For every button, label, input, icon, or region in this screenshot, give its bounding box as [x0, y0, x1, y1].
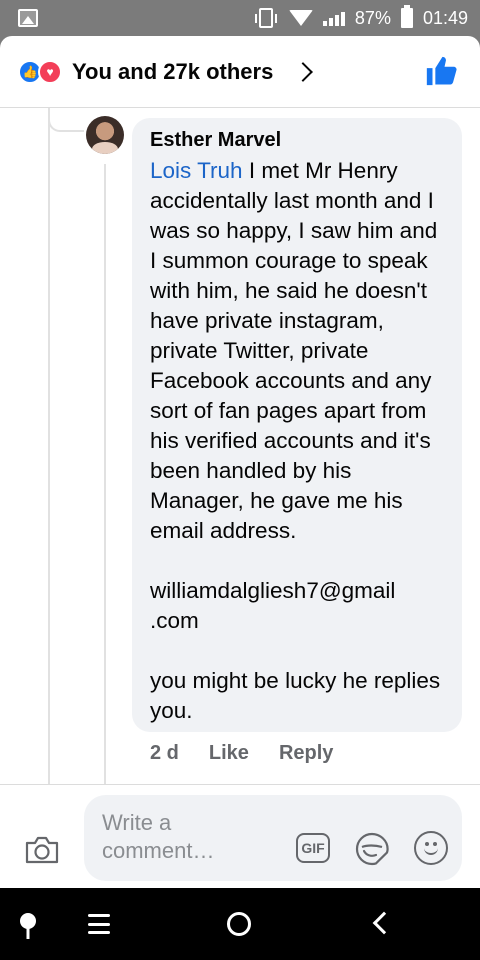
signal-icon — [322, 10, 345, 26]
status-bar: 87% 01:49 — [0, 0, 480, 36]
comment-composer: Write a comment… GIF — [0, 785, 480, 888]
comment-input-placeholder[interactable]: Write a comment… — [102, 809, 262, 865]
thumbs-up-icon[interactable] — [424, 54, 458, 88]
comment-author[interactable]: Esther Marvel — [150, 128, 444, 152]
sticker-icon[interactable] — [354, 831, 390, 867]
comment-time: 2 d — [150, 742, 179, 764]
battery-percent: 87% — [354, 7, 391, 28]
thread-line — [48, 108, 50, 784]
clock: 01:49 — [422, 7, 468, 28]
like-button[interactable]: Like — [209, 742, 249, 765]
home-icon[interactable] — [227, 912, 251, 936]
battery-icon — [400, 5, 413, 28]
pin-icon[interactable] — [18, 912, 38, 940]
chevron-right-icon[interactable] — [293, 62, 313, 82]
camera-icon[interactable] — [24, 835, 60, 865]
recent-apps-icon[interactable] — [88, 914, 110, 934]
reactions-header[interactable]: 👍 ♥ You and 27k others — [0, 36, 480, 108]
avatar[interactable] — [86, 116, 124, 154]
comment-actions: 2 d Like Reply — [150, 742, 333, 765]
vibrate-icon — [254, 8, 277, 28]
reply-thread-line — [104, 164, 106, 784]
gallery-icon — [18, 9, 38, 27]
reaction-icons: 👍 ♥ — [18, 60, 66, 84]
android-nav-bar — [0, 888, 480, 960]
heart-icon: ♥ — [38, 60, 62, 84]
comment-text: Lois Truh I met Mr Henry accidentally la… — [150, 156, 444, 726]
comment-input[interactable]: Write a comment… GIF — [84, 795, 462, 881]
emoji-icon[interactable] — [414, 831, 448, 865]
comments-sheet: 👍 ♥ You and 27k others Esther Marvel Loi… — [0, 36, 480, 888]
mention-link[interactable]: Lois Truh — [150, 158, 243, 183]
back-icon[interactable] — [372, 911, 396, 935]
reactions-summary[interactable]: You and 27k others — [72, 59, 273, 85]
thread-connector — [48, 114, 84, 132]
gif-icon[interactable]: GIF — [296, 833, 330, 863]
comment-body: I met Mr Henry accidentally last month a… — [150, 158, 441, 723]
reply-button[interactable]: Reply — [279, 742, 333, 765]
comment-bubble[interactable]: Esther Marvel Lois Truh I met Mr Henry a… — [132, 118, 462, 732]
status-icons: 87% 01:49 — [254, 5, 468, 30]
wifi-icon — [288, 10, 313, 26]
